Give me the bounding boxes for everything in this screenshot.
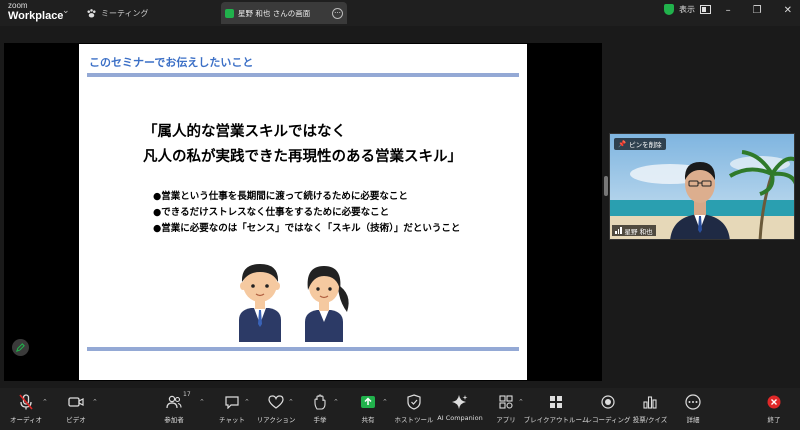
slide-bullet-list: ●営業という仕事を長期間に渡って続けるために必要なこと ●できるだけストレスなく… [153, 189, 460, 237]
raise-hand-icon [314, 394, 326, 410]
slide-divider-top [87, 73, 519, 77]
participant-name-badge: 星野 和也 [612, 225, 656, 236]
panel-resize-handle[interactable] [604, 176, 608, 196]
chat-bubble-icon [225, 396, 239, 409]
end-meeting-button[interactable]: 終了 [742, 394, 800, 424]
tab-screen-share[interactable]: 星野 和也 さんの画面 ··· [221, 2, 347, 24]
apps-grid-icon [499, 395, 513, 409]
tab-screen-share-label: 星野 和也 さんの画面 [238, 8, 311, 18]
minimize-icon[interactable]: – [726, 5, 731, 16]
close-icon[interactable]: ✕ [784, 5, 792, 16]
view-control[interactable]: 表示 [664, 4, 711, 15]
heart-icon [268, 395, 284, 409]
shared-slide: このセミナーでお伝えしたいこと 「属人的な営業スキルではなく 凡人の私が実践でき… [79, 44, 527, 380]
video-camera-icon [68, 397, 84, 407]
participants-button[interactable]: 17 参加者 [142, 391, 206, 424]
tab-meeting-label: ミーティング [101, 8, 149, 18]
apps-options-caret[interactable]: ⌃ [518, 398, 524, 406]
share-screen-icon [361, 396, 375, 408]
signal-strength-icon [615, 227, 622, 234]
slide-heading: このセミナーでお伝えしたいこと [89, 56, 254, 69]
more-button[interactable]: 詳細 [661, 394, 725, 424]
participant-video-tile[interactable]: 📌 ピンを削除 星野 和也 [609, 133, 795, 240]
unpin-button[interactable]: 📌 ピンを削除 [614, 138, 666, 150]
video-button[interactable]: ビデオ [44, 394, 108, 424]
slide-bullet: ●営業に必要なのは「センス」ではなく「スキル（技術）」だということ [153, 223, 461, 234]
title-bar: zoom Workplace ⌄ ミーティング 星野 和也 さんの画面 ··· … [0, 0, 800, 26]
slide-bullet: ●営業という仕事を長期間に渡って続けるために必要なこと [153, 191, 408, 202]
more-options-icon[interactable]: ··· [332, 7, 343, 19]
participant-name: 星野 和也 [624, 227, 653, 236]
video-options-caret[interactable]: ⌃ [92, 398, 98, 406]
pen-icon [16, 343, 25, 352]
pin-icon: 📌 [618, 140, 627, 148]
annotate-pen-icon[interactable] [12, 339, 29, 356]
view-label: 表示 [679, 5, 695, 14]
meeting-toolbar: オーディオ ⌃ ビデオ ⌃ 17 参加者 ⌃ チャット ⌃ リアクション ⌃ 手… [0, 388, 800, 430]
businesswoman-figure [305, 266, 349, 342]
businessman-figure [239, 264, 281, 342]
sparkle-icon [452, 395, 468, 409]
window-controls: – ❐ ✕ [726, 5, 792, 16]
end-call-icon [767, 395, 781, 409]
slide-quote-line-1: 「属人的な営業スキルではなく [143, 124, 346, 140]
bar-chart-icon [643, 396, 657, 409]
slide-divider-bottom [87, 347, 519, 351]
restore-icon[interactable]: ❐ [753, 5, 762, 16]
more-horizontal-icon [685, 394, 701, 410]
security-shield-icon [664, 4, 674, 15]
chevron-down-icon[interactable]: ⌄ [62, 6, 70, 16]
microphone-muted-icon [19, 394, 33, 410]
view-grid-icon [700, 5, 711, 14]
tab-meeting[interactable]: ミーティング [86, 4, 149, 22]
business-people-illustration [239, 264, 349, 342]
participants-icon [166, 395, 182, 409]
paw-icon [87, 8, 96, 18]
unpin-label: ピンを削除 [629, 141, 662, 149]
breakout-rooms-icon [550, 396, 562, 408]
participant-count: 17 [183, 391, 191, 398]
share-status-icon [225, 8, 234, 18]
shield-icon [407, 394, 421, 410]
record-icon [601, 395, 615, 409]
slide-quote-line-2: 凡人の私が実践できた再現性のある営業スキル」 [143, 149, 462, 165]
slide-bullet: ●できるだけストレスなく仕事をするために必要なこと [153, 207, 390, 218]
zoom-workplace-logo[interactable]: zoom Workplace [8, 2, 63, 22]
